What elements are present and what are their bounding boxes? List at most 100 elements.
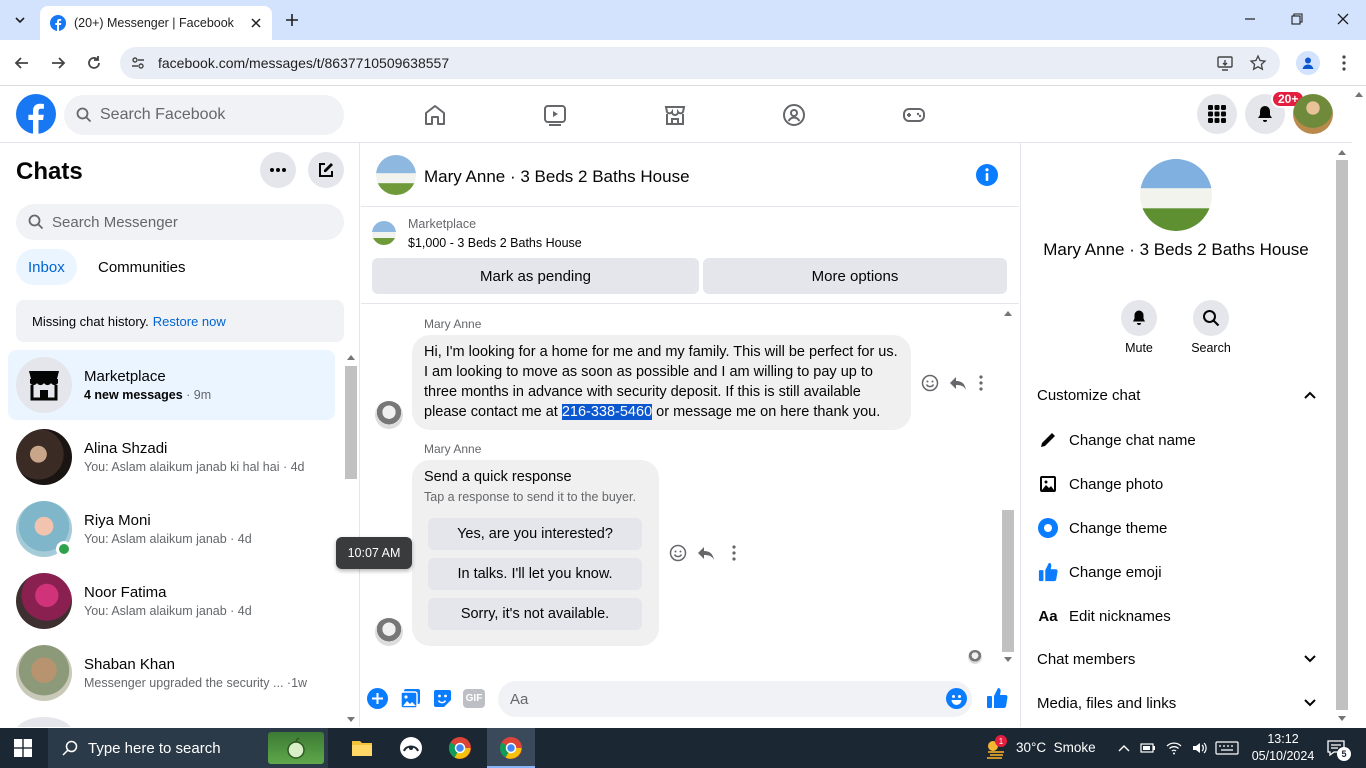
chat-row-alina[interactable]: Alina Shzadi You: Aslam alaikum janab ki… (8, 422, 335, 492)
change-photo-item[interactable]: Change photo (1037, 464, 1317, 504)
reload-button[interactable] (85, 54, 103, 72)
listing-title[interactable]: $1,000 - 3 Beds 2 Baths House (408, 236, 582, 250)
new-message-button[interactable] (308, 152, 344, 188)
react-button[interactable] (669, 544, 687, 562)
nav-video[interactable] (543, 103, 567, 127)
scroll-thumb[interactable] (1002, 510, 1014, 652)
reply-button[interactable] (949, 374, 967, 392)
menu-button[interactable] (1197, 94, 1237, 134)
chrome-active-button[interactable] (487, 728, 535, 768)
nav-groups[interactable] (782, 103, 806, 127)
customize-chat-section[interactable]: Customize chat (1037, 375, 1317, 415)
site-settings-icon[interactable] (130, 55, 146, 71)
chat-row-marketplace[interactable]: Marketplace 4 new messages · 9m (8, 350, 335, 420)
quick-reply-not-available[interactable]: Sorry, it's not available. (428, 598, 642, 630)
message-more-button[interactable] (731, 544, 737, 562)
back-button[interactable] (13, 54, 31, 72)
account-avatar[interactable] (1293, 94, 1333, 134)
browser-menu-button[interactable] (1336, 54, 1352, 72)
scroll-up-icon[interactable] (1338, 149, 1346, 155)
details-scrollbar[interactable] (1335, 143, 1349, 727)
minimize-button[interactable] (1243, 12, 1257, 26)
battery-icon[interactable] (1140, 742, 1156, 754)
change-chat-name-item[interactable]: Change chat name (1037, 420, 1317, 460)
keyboard-button[interactable] (1215, 741, 1239, 755)
listing-avatar[interactable] (376, 155, 416, 195)
tab-inbox[interactable]: Inbox (16, 249, 77, 285)
mark-as-pending-button[interactable]: Mark as pending (372, 258, 699, 294)
nav-marketplace[interactable] (663, 103, 687, 127)
facebook-search-input[interactable]: Search Facebook (64, 95, 344, 135)
mute-button[interactable] (1121, 300, 1157, 336)
app-button[interactable] (399, 736, 423, 760)
scroll-thumb[interactable] (345, 366, 357, 479)
tab-search-button[interactable] (8, 8, 32, 32)
quick-reply-interested[interactable]: Yes, are you interested? (428, 518, 642, 550)
reply-button[interactable] (697, 544, 715, 562)
scroll-up-icon[interactable] (347, 354, 355, 360)
clock[interactable]: 13:12 05/10/2024 (1248, 731, 1318, 765)
attach-photo-button[interactable] (400, 688, 421, 709)
search-messenger-input[interactable]: Search Messenger (16, 204, 344, 240)
more-actions-button[interactable] (367, 688, 388, 709)
wifi-icon[interactable] (1166, 741, 1182, 755)
file-explorer-button[interactable] (350, 736, 374, 760)
gif-button[interactable]: GIF (463, 689, 485, 708)
search-in-conversation-button[interactable] (1193, 300, 1229, 336)
change-emoji-item[interactable]: Change emoji (1037, 552, 1317, 592)
emoji-button[interactable] (946, 688, 967, 709)
page-scrollbar[interactable] (1352, 86, 1366, 728)
scroll-down-icon[interactable] (1004, 657, 1012, 663)
quick-reply-in-talks[interactable]: In talks. I'll let you know. (428, 558, 642, 590)
search-highlight-image[interactable] (268, 732, 324, 764)
clock-time: 13:12 (1267, 732, 1299, 746)
facebook-logo[interactable] (16, 94, 56, 134)
restore-now-link[interactable]: Restore now (153, 314, 226, 329)
forward-button[interactable] (49, 54, 67, 72)
start-button[interactable] (14, 739, 32, 757)
phone-number-selection[interactable]: 216-338-5460 (561, 403, 653, 420)
bookmark-star-icon[interactable] (1249, 54, 1267, 72)
address-bar[interactable]: facebook.com/messages/t/8637710509638557 (120, 47, 1280, 79)
chevron-up-icon[interactable] (1118, 743, 1130, 753)
volume-icon[interactable] (1192, 741, 1208, 755)
conversation-scrollbar[interactable] (1001, 305, 1015, 667)
nav-home[interactable] (423, 103, 447, 127)
profile-button[interactable] (1296, 51, 1320, 75)
nav-gaming[interactable] (902, 103, 926, 127)
message-bubble[interactable]: Hi, I'm looking for a home for me and my… (412, 335, 911, 431)
weather-text[interactable]: 30°C Smoke (1016, 740, 1096, 755)
restore-button[interactable] (1290, 12, 1304, 26)
video-icon (544, 105, 566, 126)
details-avatar[interactable] (1140, 159, 1212, 231)
close-window-button[interactable] (1336, 12, 1350, 26)
close-tab-icon[interactable] (250, 17, 262, 29)
chrome-button[interactable] (448, 736, 472, 760)
conversation-info-button[interactable] (976, 164, 998, 186)
tab-communities[interactable]: Communities (86, 249, 198, 285)
scroll-thumb[interactable] (1336, 160, 1348, 710)
scroll-up-icon[interactable] (1355, 91, 1363, 97)
chats-options-button[interactable] (260, 152, 296, 188)
browser-tab[interactable]: (20+) Messenger | Facebook (40, 6, 272, 40)
message-composer-input[interactable]: Aa (498, 681, 972, 717)
system-tray[interactable] (1118, 740, 1218, 756)
chat-row-riya[interactable]: Riya Moni You: Aslam alaikum janab · 4d (8, 494, 335, 564)
message-more-button[interactable] (978, 374, 984, 392)
more-options-button[interactable]: More options (703, 258, 1007, 294)
media-files-section[interactable]: Media, files and links (1037, 683, 1317, 723)
edit-nicknames-item[interactable]: Aa Edit nicknames (1037, 596, 1317, 636)
react-button[interactable] (921, 374, 939, 392)
chat-row-noor[interactable]: Noor Fatima You: Aslam alaikum janab · 4… (8, 566, 335, 636)
chat-members-section[interactable]: Chat members (1037, 639, 1317, 679)
sticker-button[interactable] (432, 688, 453, 709)
new-tab-button[interactable] (283, 11, 301, 29)
install-app-icon[interactable] (1216, 54, 1234, 72)
scroll-down-icon[interactable] (1338, 716, 1346, 722)
chat-row-shaban[interactable]: Shaban Khan Messenger upgraded the secur… (8, 638, 335, 708)
scroll-up-icon[interactable] (1004, 310, 1012, 316)
scroll-down-icon[interactable] (347, 717, 355, 723)
send-like-button[interactable] (986, 687, 1008, 709)
change-theme-item[interactable]: Change theme (1037, 508, 1317, 548)
conversation-title[interactable]: Mary Anne · 3 Beds 2 Baths House (424, 167, 690, 187)
